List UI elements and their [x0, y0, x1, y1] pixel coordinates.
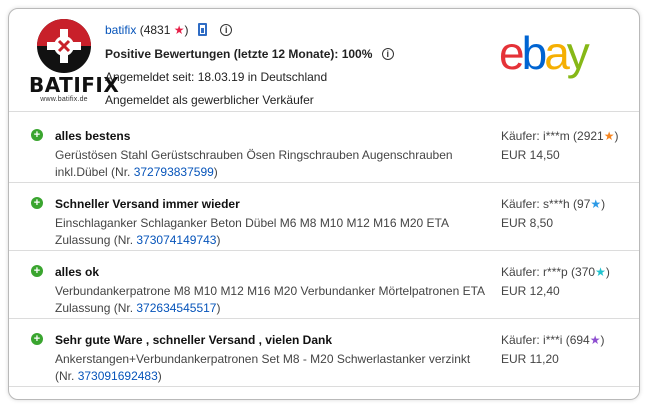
- feedback-buyer-text: Käufer: s***h (97: [501, 197, 591, 211]
- seller-feedback-card: BATIFIX www.batifix.de batifix (4831 ★) …: [8, 8, 640, 400]
- feedback-item-link[interactable]: 373074149743: [136, 233, 216, 247]
- seller-header: BATIFIX www.batifix.de batifix (4831 ★) …: [9, 9, 639, 112]
- feedback-buyer: Käufer: i***m (2921★): [501, 128, 619, 144]
- positive-plus-icon: +: [31, 129, 43, 141]
- feedback-item-tail: ): [157, 369, 162, 383]
- feedback-title: alles ok: [55, 265, 100, 279]
- feedback-buyer-text: Käufer: i***m (2921: [501, 129, 604, 143]
- ebay-logo-a: a: [544, 27, 570, 79]
- positive-feedback-row: Positive Bewertungen (letzte 12 Monate):…: [105, 46, 485, 62]
- seller-info: batifix (4831 ★) i Positive Bewertungen …: [105, 22, 485, 108]
- feedback-row: + alles bestens Gerüstösen Stahl Gerüsts…: [9, 115, 639, 183]
- ebay-logo-e: e: [499, 27, 525, 79]
- feedback-row: + Sehr gute Ware , schneller Versand , v…: [9, 319, 639, 387]
- feedback-title: Sehr gute Ware , schneller Versand , vie…: [55, 333, 332, 347]
- feedback-buyer-text: Käufer: i***i (694: [501, 333, 590, 347]
- seller-type: Angemeldet als gewerblicher Verkäufer: [105, 93, 314, 107]
- feedback-item-link[interactable]: 372793837599: [134, 165, 214, 179]
- ebay-logo-b: b: [521, 27, 548, 79]
- logo-site: www.batifix.de: [40, 96, 88, 103]
- seller-score: (4831: [139, 23, 171, 37]
- positive-plus-icon: +: [31, 333, 43, 345]
- logo-wordmark: BATIFIX: [29, 73, 120, 97]
- feedback-item-tail: ): [216, 233, 221, 247]
- store-badge-icon[interactable]: [197, 23, 207, 37]
- feedback-row: + Schneller Versand immer wieder Einschl…: [9, 183, 639, 251]
- positive-info-icon[interactable]: i: [381, 47, 394, 60]
- feedback-item-link[interactable]: 373091692483: [78, 369, 158, 383]
- feedback-item-desc: Einschlaganker Schlaganker Beton Dübel M…: [55, 216, 449, 247]
- feedback-row: + alles ok Verbundankerpatrone M8 M10 M1…: [9, 251, 639, 319]
- feedback-price: EUR 14,50: [501, 148, 560, 162]
- feedback-buyer-close: ): [601, 197, 606, 211]
- star-icon: ★: [603, 129, 615, 143]
- feedback-price: EUR 11,20: [501, 352, 559, 366]
- ebay-logo: ebay: [499, 29, 617, 77]
- feedback-price: EUR 8,50: [501, 216, 554, 230]
- star-icon: ★: [590, 197, 602, 211]
- seller-name-row: batifix (4831 ★) i: [105, 22, 485, 38]
- batifix-logo: BATIFIX www.batifix.de: [29, 17, 120, 107]
- feedback-item-desc: Gerüstösen Stahl Gerüstschrauben Ösen Ri…: [55, 148, 453, 179]
- star-icon: ★: [589, 333, 601, 347]
- info-icon[interactable]: i: [220, 23, 233, 36]
- feedback-item: Ankerstangen+Verbundankerpatronen Set M8…: [55, 351, 485, 385]
- ebay-logo-y: y: [566, 27, 590, 79]
- feedback-item: Einschlaganker Schlaganker Beton Dübel M…: [55, 215, 485, 249]
- seller-name-link[interactable]: batifix: [105, 23, 136, 37]
- star-icon: ★: [173, 23, 185, 37]
- feedback-item: Gerüstösen Stahl Gerüstschrauben Ösen Ri…: [55, 147, 485, 181]
- positive-plus-icon: +: [31, 265, 43, 277]
- feedback-price: EUR 12,40: [501, 284, 560, 298]
- positive-plus-icon: +: [31, 197, 43, 209]
- batifix-logo-graphic: [37, 19, 91, 73]
- feedback-buyer: Käufer: r***p (370★): [501, 264, 610, 280]
- feedback-buyer-close: ): [614, 129, 619, 143]
- feedback-item-desc: Verbundankerpatrone M8 M10 M12 M16 M20 V…: [55, 284, 485, 315]
- feedback-item-tail: ): [213, 165, 218, 179]
- member-since: Angemeldet seit: 18.03.19 in Deutschland: [105, 70, 328, 84]
- feedback-item-link[interactable]: 372634545517: [136, 301, 216, 315]
- positive-feedback-label: Positive Bewertungen (letzte 12 Monate):…: [105, 47, 373, 61]
- feedback-buyer-close: ): [605, 265, 610, 279]
- feedback-buyer-text: Käufer: r***p (370: [501, 265, 596, 279]
- feedback-title: alles bestens: [55, 129, 131, 143]
- seller-score-close: ): [184, 23, 189, 37]
- feedback-item: Verbundankerpatrone M8 M10 M12 M16 M20 V…: [55, 283, 485, 317]
- feedback-buyer: Käufer: s***h (97★): [501, 196, 605, 212]
- feedback-title: Schneller Versand immer wieder: [55, 197, 240, 211]
- feedback-buyer: Käufer: i***i (694★): [501, 332, 604, 348]
- star-icon: ★: [595, 265, 606, 279]
- feedback-buyer-close: ): [600, 333, 605, 347]
- feedback-item-tail: ): [216, 301, 221, 315]
